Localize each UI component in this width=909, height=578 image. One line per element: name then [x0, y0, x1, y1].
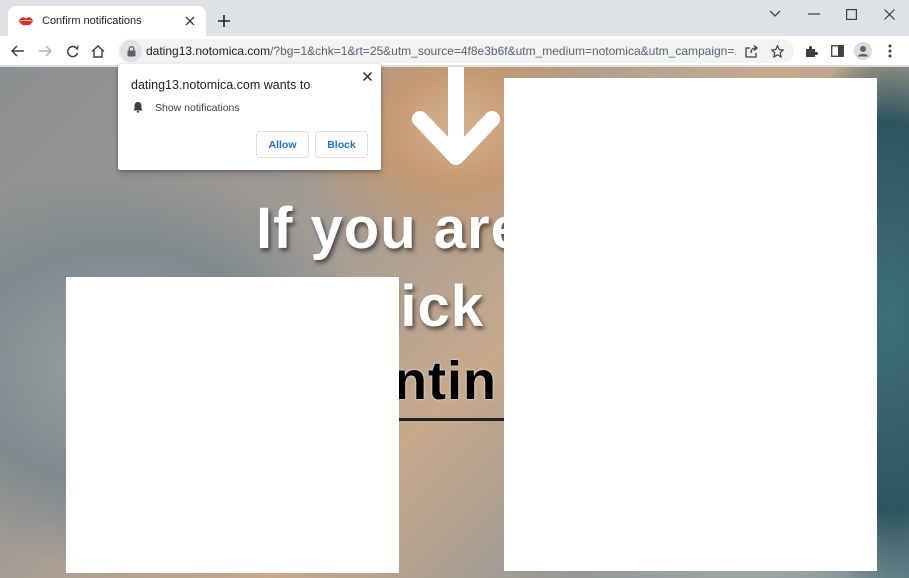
minimize-button[interactable] [795, 0, 833, 28]
tab-strip: Confirm notifications [0, 0, 909, 36]
tab-title: Confirm notifications [42, 15, 142, 27]
avatar-icon [854, 42, 872, 60]
prompt-origin-text: dating13.notomica.com wants to [131, 78, 311, 92]
close-icon [883, 8, 895, 20]
bell-icon [133, 102, 143, 113]
reload-button[interactable] [60, 39, 84, 63]
notification-permission-prompt: dating13.notomica.com wants to Show noti… [118, 64, 381, 170]
chevron-down-icon [769, 10, 781, 17]
new-tab-button[interactable] [214, 11, 234, 31]
url-text[interactable]: dating13.notomica.com/?bg=1&chk=1&rt=25&… [146, 44, 736, 58]
share-icon[interactable] [741, 41, 761, 61]
forward-button[interactable] [33, 39, 57, 63]
home-button[interactable] [86, 39, 110, 63]
tab-close-icon[interactable] [182, 13, 198, 29]
lock-icon[interactable] [120, 40, 142, 62]
tab-confirm-notifications[interactable]: Confirm notifications [8, 6, 206, 36]
reload-icon [66, 44, 79, 57]
address-bar[interactable]: dating13.notomica.com/?bg=1&chk=1&rt=25&… [118, 39, 794, 63]
prompt-close-icon[interactable] [361, 70, 373, 82]
bookmark-star-icon[interactable] [767, 41, 787, 61]
minimize-icon [808, 13, 820, 15]
headline-underline [398, 418, 506, 421]
side-panel-button[interactable] [825, 39, 849, 63]
side-panel-icon [830, 45, 844, 57]
permission-label: Show notifications [155, 102, 240, 114]
url-host: dating13.notomica.com [146, 44, 271, 58]
allow-button[interactable]: Allow [256, 131, 309, 158]
maximize-icon [845, 8, 857, 20]
block-button[interactable]: Block [315, 131, 368, 158]
profile-button[interactable] [851, 39, 875, 63]
browser-toolbar: dating13.notomica.com/?bg=1&chk=1&rt=25&… [0, 36, 909, 66]
puzzle-icon [805, 45, 818, 57]
menu-button[interactable] [878, 39, 902, 63]
extensions-button[interactable] [799, 39, 823, 63]
url-path: /?bg=1&chk=1&rt=25&utm_source=4f8e3b6f&u… [270, 44, 736, 58]
headline-line-1: If you are [256, 196, 524, 261]
lips-icon [19, 14, 33, 28]
arrow-down-icon [412, 67, 500, 165]
close-window-button[interactable] [870, 0, 908, 28]
overlay-box-right[interactable] [504, 78, 877, 571]
home-icon [91, 44, 105, 58]
arrow-left-icon [11, 45, 24, 57]
kebab-menu-icon [888, 44, 892, 58]
maximize-button[interactable] [832, 0, 870, 28]
tab-search-button[interactable] [756, 0, 794, 28]
arrow-right-icon [39, 45, 52, 57]
overlay-box-left[interactable] [66, 277, 399, 573]
back-button[interactable] [6, 39, 30, 63]
plus-icon [218, 15, 230, 27]
browser-window: Confirm notifications dating13.notomica.… [0, 0, 909, 578]
